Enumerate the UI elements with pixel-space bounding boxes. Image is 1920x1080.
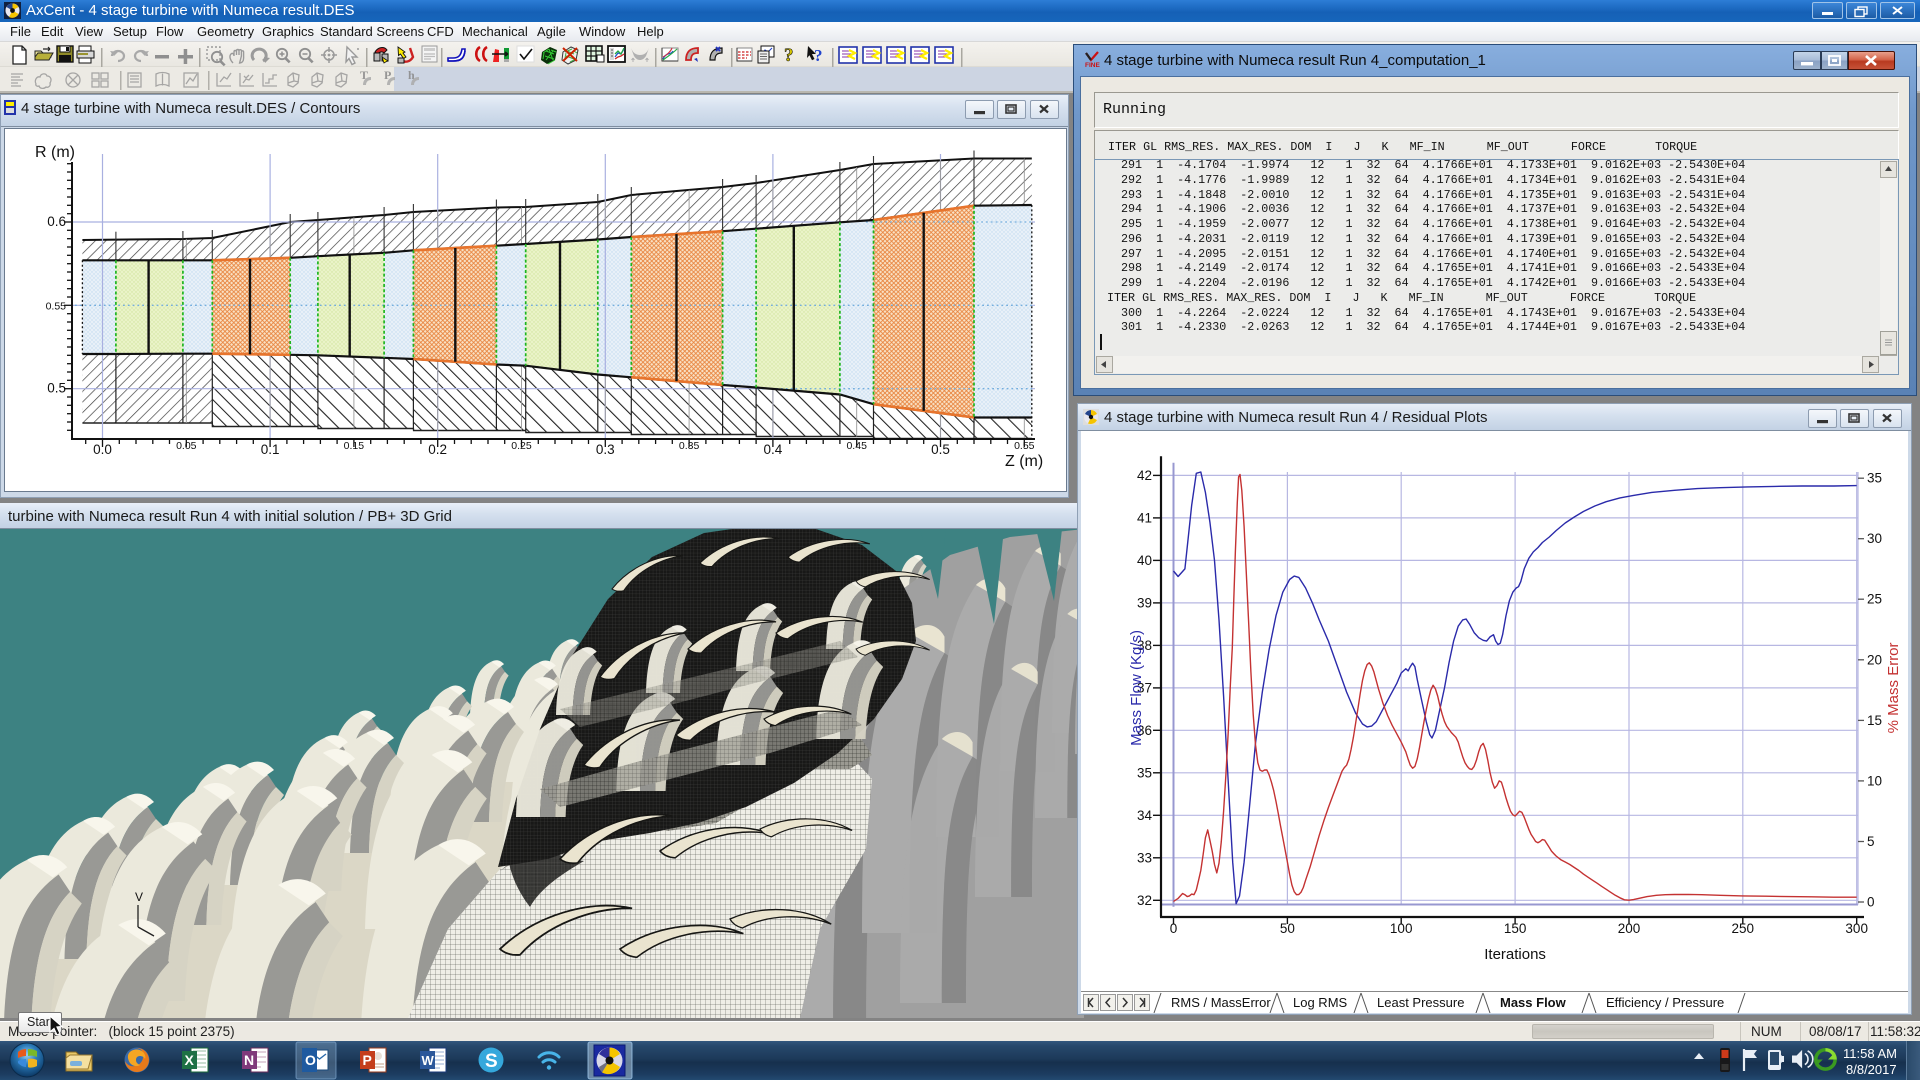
svg-text:0: 0 [1867,895,1875,910]
svg-text:0.6: 0.6 [47,214,66,229]
svg-text:N: N [244,1052,254,1068]
svg-text:15: 15 [1867,713,1882,728]
svg-text:8/8/2017: 8/8/2017 [1846,1062,1897,1077]
svg-text:O: O [305,1052,316,1068]
svg-text:250: 250 [1732,921,1755,936]
svg-text:?: ? [784,45,794,66]
svg-text:S: S [485,1051,498,1072]
svg-text:R (m): R (m) [35,144,75,161]
svg-text:0.2: 0.2 [428,442,447,457]
svg-text:50: 50 [1280,921,1295,936]
svg-text:Efficiency / Pressure: Efficiency / Pressure [1606,995,1724,1010]
svg-text:150: 150 [1504,921,1527,936]
svg-text:0.35: 0.35 [679,440,700,452]
svg-text:RMS / MassError: RMS / MassError [1171,995,1271,1010]
svg-text:FINE: FINE [1085,62,1100,68]
svg-text:0.3: 0.3 [596,442,615,457]
svg-text:35: 35 [1867,471,1882,486]
svg-text:35: 35 [1137,765,1152,780]
svg-text:33: 33 [1137,850,1152,865]
svg-text:% Mass Error: % Mass Error [1885,642,1902,733]
svg-text:42: 42 [1137,468,1152,483]
svg-text:0.0: 0.0 [93,442,112,457]
svg-text:W: W [422,1053,435,1068]
svg-text:200: 200 [1618,921,1641,936]
svg-text:32: 32 [1137,893,1152,908]
svg-text:41: 41 [1137,510,1152,525]
svg-text:Least Pressure: Least Pressure [1377,995,1464,1010]
svg-text:5: 5 [1867,834,1875,849]
svg-text:0.4: 0.4 [764,442,783,457]
svg-text:10: 10 [1867,773,1882,788]
svg-text:0.45: 0.45 [846,440,867,452]
svg-text:40: 40 [1137,553,1152,568]
svg-text:?: ? [814,46,823,65]
svg-text:0: 0 [1170,921,1178,936]
svg-text:Mass Flow (Kg/s): Mass Flow (Kg/s) [1128,630,1145,746]
svg-text:25: 25 [1867,592,1882,607]
svg-text:0.55: 0.55 [46,300,67,312]
svg-text:11:58 AM: 11:58 AM [1843,1046,1897,1061]
svg-text:0.1: 0.1 [261,442,280,457]
svg-text:0.25: 0.25 [511,440,532,452]
svg-text:0.55: 0.55 [1014,440,1035,452]
svg-text:100: 100 [1390,921,1413,936]
svg-text:0.5: 0.5 [931,442,950,457]
svg-text:300: 300 [1845,921,1868,936]
svg-text:P: P [363,1052,372,1068]
svg-text:34: 34 [1137,808,1153,823]
svg-text:X: X [185,1052,195,1068]
svg-text:Log RMS: Log RMS [1293,995,1348,1010]
svg-text:V: V [135,890,143,904]
svg-text:0.05: 0.05 [176,440,197,452]
svg-text:Mass Flow: Mass Flow [1500,995,1567,1010]
svg-text:Iterations: Iterations [1484,946,1546,963]
svg-text:Z (m): Z (m) [1005,453,1043,470]
svg-text:0.5: 0.5 [47,381,66,396]
svg-text:20: 20 [1867,652,1882,667]
svg-text:0.15: 0.15 [344,440,365,452]
svg-text:39: 39 [1137,595,1152,610]
svg-text:30: 30 [1867,531,1882,546]
